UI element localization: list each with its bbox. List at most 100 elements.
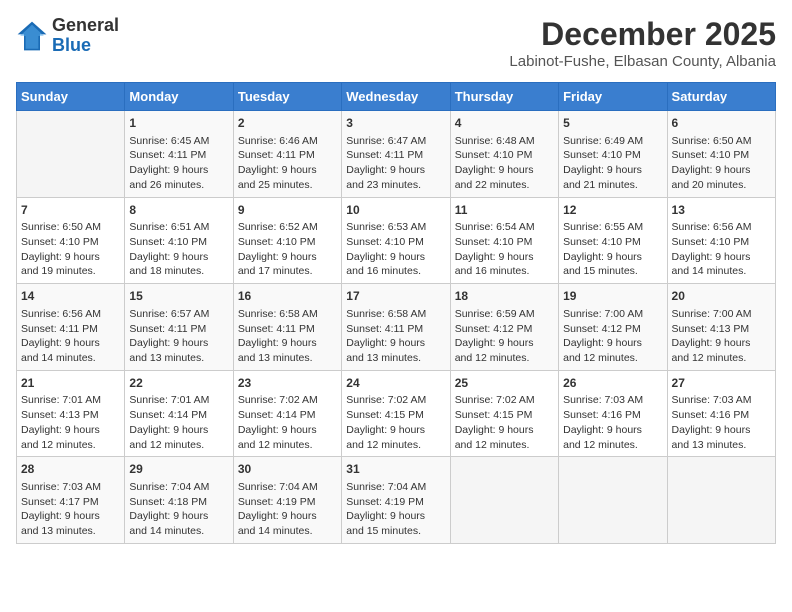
day-info-line: Sunrise: 6:55 AM: [563, 220, 662, 235]
day-info-line: Daylight: 9 hours: [563, 423, 662, 438]
day-info-line: Sunset: 4:14 PM: [129, 408, 228, 423]
day-info-line: Sunrise: 6:45 AM: [129, 134, 228, 149]
weekday-header: Wednesday: [342, 83, 450, 111]
day-info-line: Sunrise: 7:03 AM: [21, 480, 120, 495]
day-info-line: and 13 minutes.: [672, 438, 771, 453]
day-info-line: Sunset: 4:16 PM: [563, 408, 662, 423]
calendar-cell: [667, 457, 775, 544]
month-year-title: December 2025: [509, 16, 776, 53]
day-info-line: Daylight: 9 hours: [672, 336, 771, 351]
day-number: 11: [455, 202, 554, 219]
day-info-line: and 18 minutes.: [129, 264, 228, 279]
day-info-line: and 23 minutes.: [346, 178, 445, 193]
day-info-line: Sunset: 4:16 PM: [672, 408, 771, 423]
day-number: 31: [346, 461, 445, 478]
day-info-line: and 13 minutes.: [21, 524, 120, 539]
day-number: 26: [563, 375, 662, 392]
day-info-line: Daylight: 9 hours: [346, 336, 445, 351]
day-info-line: and 13 minutes.: [238, 351, 337, 366]
day-info-line: Sunrise: 7:02 AM: [455, 393, 554, 408]
calendar-cell: 21Sunrise: 7:01 AMSunset: 4:13 PMDayligh…: [17, 370, 125, 457]
calendar-cell: 14Sunrise: 6:56 AMSunset: 4:11 PMDayligh…: [17, 284, 125, 371]
day-info-line: Sunrise: 6:58 AM: [346, 307, 445, 322]
location-subtitle: Labinot-Fushe, Elbasan County, Albania: [509, 53, 776, 70]
day-info-line: Daylight: 9 hours: [672, 163, 771, 178]
calendar-cell: 4Sunrise: 6:48 AMSunset: 4:10 PMDaylight…: [450, 111, 558, 198]
day-number: 17: [346, 288, 445, 305]
day-number: 12: [563, 202, 662, 219]
day-info-line: Sunrise: 7:04 AM: [346, 480, 445, 495]
day-info-line: Sunrise: 6:48 AM: [455, 134, 554, 149]
day-info-line: Daylight: 9 hours: [21, 509, 120, 524]
day-info-line: Sunrise: 6:49 AM: [563, 134, 662, 149]
weekday-header: Monday: [125, 83, 233, 111]
day-info-line: and 16 minutes.: [346, 264, 445, 279]
day-info-line: Sunrise: 6:56 AM: [21, 307, 120, 322]
calendar-cell: 15Sunrise: 6:57 AMSunset: 4:11 PMDayligh…: [125, 284, 233, 371]
calendar-cell: 31Sunrise: 7:04 AMSunset: 4:19 PMDayligh…: [342, 457, 450, 544]
day-info-line: and 19 minutes.: [21, 264, 120, 279]
day-info-line: and 16 minutes.: [455, 264, 554, 279]
day-info-line: Sunset: 4:11 PM: [238, 148, 337, 163]
day-info-line: and 25 minutes.: [238, 178, 337, 193]
day-number: 13: [672, 202, 771, 219]
day-info-line: Sunset: 4:10 PM: [672, 148, 771, 163]
day-number: 18: [455, 288, 554, 305]
calendar-cell: 12Sunrise: 6:55 AMSunset: 4:10 PMDayligh…: [559, 197, 667, 284]
day-info-line: Sunrise: 7:04 AM: [238, 480, 337, 495]
day-info-line: Daylight: 9 hours: [346, 250, 445, 265]
day-info-line: and 26 minutes.: [129, 178, 228, 193]
calendar-week-row: 21Sunrise: 7:01 AMSunset: 4:13 PMDayligh…: [17, 370, 776, 457]
weekday-header: Thursday: [450, 83, 558, 111]
day-number: 14: [21, 288, 120, 305]
calendar-cell: 19Sunrise: 7:00 AMSunset: 4:12 PMDayligh…: [559, 284, 667, 371]
day-info-line: Sunrise: 6:50 AM: [21, 220, 120, 235]
day-info-line: Sunset: 4:11 PM: [129, 148, 228, 163]
day-info-line: and 12 minutes.: [21, 438, 120, 453]
logo-general: General: [52, 15, 119, 35]
calendar-cell: 23Sunrise: 7:02 AMSunset: 4:14 PMDayligh…: [233, 370, 341, 457]
day-info-line: Sunrise: 7:03 AM: [563, 393, 662, 408]
day-info-line: Daylight: 9 hours: [455, 163, 554, 178]
calendar-cell: 8Sunrise: 6:51 AMSunset: 4:10 PMDaylight…: [125, 197, 233, 284]
calendar-cell: 5Sunrise: 6:49 AMSunset: 4:10 PMDaylight…: [559, 111, 667, 198]
day-number: 2: [238, 115, 337, 132]
calendar-week-row: 1Sunrise: 6:45 AMSunset: 4:11 PMDaylight…: [17, 111, 776, 198]
weekday-header: Tuesday: [233, 83, 341, 111]
weekday-header: Saturday: [667, 83, 775, 111]
day-number: 9: [238, 202, 337, 219]
day-info-line: Sunset: 4:14 PM: [238, 408, 337, 423]
day-info-line: Daylight: 9 hours: [238, 336, 337, 351]
day-info-line: Daylight: 9 hours: [21, 336, 120, 351]
day-info-line: Sunrise: 6:53 AM: [346, 220, 445, 235]
day-info-line: Sunset: 4:19 PM: [238, 495, 337, 510]
day-info-line: and 22 minutes.: [455, 178, 554, 193]
day-info-line: and 12 minutes.: [346, 438, 445, 453]
day-info-line: Sunset: 4:10 PM: [238, 235, 337, 250]
day-info-line: Sunrise: 6:59 AM: [455, 307, 554, 322]
calendar-cell: 24Sunrise: 7:02 AMSunset: 4:15 PMDayligh…: [342, 370, 450, 457]
day-info-line: Sunset: 4:10 PM: [563, 235, 662, 250]
day-info-line: and 15 minutes.: [563, 264, 662, 279]
day-number: 28: [21, 461, 120, 478]
day-info-line: Daylight: 9 hours: [129, 336, 228, 351]
weekday-header: Friday: [559, 83, 667, 111]
calendar-cell: [17, 111, 125, 198]
day-number: 30: [238, 461, 337, 478]
calendar-cell: 25Sunrise: 7:02 AMSunset: 4:15 PMDayligh…: [450, 370, 558, 457]
day-info-line: Sunrise: 7:01 AM: [21, 393, 120, 408]
day-info-line: Sunset: 4:12 PM: [455, 322, 554, 337]
day-number: 15: [129, 288, 228, 305]
calendar-cell: 6Sunrise: 6:50 AMSunset: 4:10 PMDaylight…: [667, 111, 775, 198]
calendar-cell: 29Sunrise: 7:04 AMSunset: 4:18 PMDayligh…: [125, 457, 233, 544]
day-info-line: and 12 minutes.: [129, 438, 228, 453]
day-number: 25: [455, 375, 554, 392]
day-info-line: Sunrise: 7:02 AM: [346, 393, 445, 408]
day-number: 21: [21, 375, 120, 392]
day-info-line: Sunset: 4:10 PM: [21, 235, 120, 250]
day-info-line: Sunset: 4:18 PM: [129, 495, 228, 510]
day-info-line: Sunrise: 7:00 AM: [672, 307, 771, 322]
day-number: 22: [129, 375, 228, 392]
calendar-cell: 11Sunrise: 6:54 AMSunset: 4:10 PMDayligh…: [450, 197, 558, 284]
day-number: 8: [129, 202, 228, 219]
